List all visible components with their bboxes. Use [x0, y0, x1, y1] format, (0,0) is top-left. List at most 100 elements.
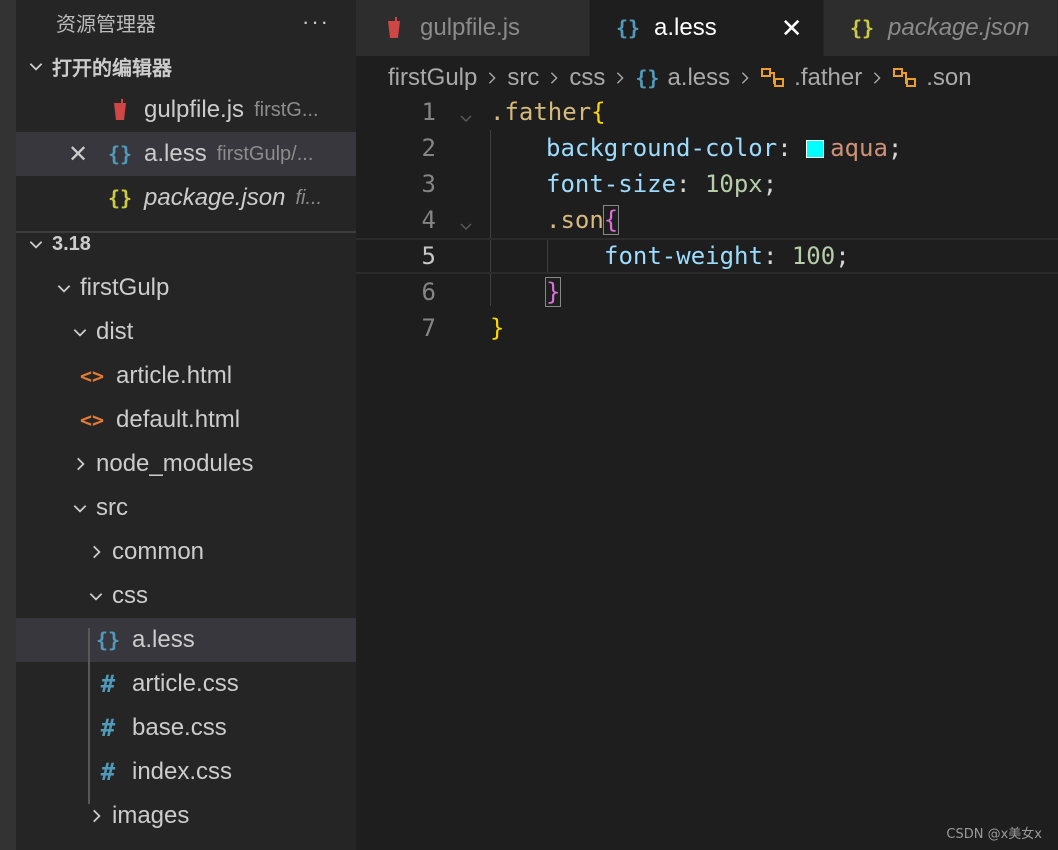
color-swatch[interactable] — [806, 140, 825, 158]
open-editor-item-package-json[interactable]: {} package.json fi... — [16, 176, 356, 220]
json-file-icon: {} — [849, 16, 875, 40]
tree-label: css — [112, 582, 148, 609]
tab-gulpfile[interactable]: gulpfile.js — [356, 0, 590, 56]
tree-label: a.less — [132, 626, 195, 653]
line-number: 4 — [421, 206, 436, 234]
code-text: font-size: 10px; — [546, 170, 778, 198]
code-line: 7 } — [356, 310, 1058, 346]
symbol-class-icon — [760, 67, 786, 89]
tree-folder-node-modules[interactable]: node_modules — [16, 442, 356, 486]
tree-folder-src[interactable]: src — [16, 486, 356, 530]
tab-close-icon[interactable]: ✕ — [781, 13, 803, 44]
tree-folder-firstgulp[interactable]: firstGulp — [16, 266, 356, 310]
tree-file-default-html[interactable]: <> default.html — [16, 398, 356, 442]
open-editors-label: 打开的编辑器 — [52, 57, 172, 80]
fold-chevron-icon[interactable] — [458, 104, 474, 132]
open-editor-item-a-less[interactable]: ✕ {} a.less firstGulp/... — [16, 132, 356, 176]
chevron-right-icon — [870, 71, 884, 85]
tree-label: firstGulp — [80, 274, 170, 301]
tab-label: gulpfile.js — [420, 14, 521, 41]
code-line: 4 .son{ — [356, 202, 1058, 238]
tree-label: common — [112, 538, 205, 565]
line-number: 2 — [421, 134, 436, 162]
line-number: 5 — [421, 242, 436, 270]
symbol-class-icon — [892, 67, 918, 89]
tree-folder-css[interactable]: css — [16, 574, 356, 618]
tree-label: dist — [96, 318, 134, 345]
tree-label: src — [96, 494, 128, 521]
code-editor[interactable]: 1 .father{ 2 background-color: aqua; 3 f… — [356, 98, 1058, 850]
tree-label: base.css — [132, 714, 227, 741]
open-editor-name: gulpfile.js — [144, 96, 245, 123]
code-line: 2 background-color: aqua; — [356, 130, 1058, 166]
tree-file-base-css[interactable]: # base.css — [16, 706, 356, 750]
tree-label: images — [112, 802, 190, 829]
tree-label: index.css — [132, 758, 233, 785]
css-file-icon: # — [100, 670, 116, 698]
open-editor-name: a.less — [144, 140, 207, 167]
breadcrumb-item[interactable]: .son — [926, 64, 971, 92]
chevron-down-icon — [52, 276, 76, 300]
line-number: 3 — [421, 170, 436, 198]
breadcrumb-item[interactable]: firstGulp — [388, 64, 477, 92]
code-text: .father{ — [490, 98, 606, 126]
line-number: 7 — [421, 314, 436, 342]
tree-file-article-css[interactable]: # article.css — [16, 662, 356, 706]
fold-chevron-icon[interactable] — [458, 212, 474, 240]
tab-a-less[interactable]: {} a.less ✕ — [590, 0, 824, 56]
chevron-down-icon — [24, 54, 48, 78]
code-line-current: 5 font-weight: 100; — [356, 238, 1058, 274]
activity-bar — [0, 0, 16, 850]
code-text: .son{ — [546, 205, 620, 235]
explorer-sidebar: 资源管理器 ··· 打开的编辑器 gulpfile.js firstG... ✕… — [16, 0, 356, 850]
tree-file-article-html[interactable]: <> article.html — [16, 354, 356, 398]
breadcrumb-item[interactable]: css — [569, 64, 605, 92]
css-file-icon: # — [100, 758, 116, 786]
tree-folder-common[interactable]: common — [16, 530, 356, 574]
tree-file-a-less[interactable]: {} a.less — [16, 618, 356, 662]
chevron-right-icon — [613, 71, 627, 85]
tab-label: package.json — [888, 14, 1030, 41]
workspace-section-header[interactable]: 3.18 — [16, 222, 356, 266]
open-editor-path: firstGulp/... — [216, 142, 314, 165]
css-file-icon: # — [100, 714, 116, 742]
breadcrumb-item[interactable]: .father — [794, 64, 862, 92]
line-number: 1 — [421, 98, 436, 126]
explorer-title: 资源管理器 — [56, 11, 156, 36]
chevron-right-icon — [68, 452, 92, 476]
tree-label: default.html — [116, 406, 241, 433]
less-file-icon: {} — [95, 628, 121, 652]
close-icon[interactable]: ✕ — [68, 140, 88, 169]
open-editors-section-header[interactable]: 打开的编辑器 — [16, 44, 356, 88]
more-actions-button[interactable]: ··· — [302, 9, 330, 35]
watermark: CSDN @x美女x — [946, 827, 1042, 842]
chevron-down-icon — [68, 320, 92, 344]
tab-label: a.less — [654, 14, 717, 41]
gulp-file-icon — [382, 17, 406, 39]
tab-package-json[interactable]: {} package.json — [824, 0, 1058, 56]
code-line: 6 } — [356, 274, 1058, 310]
indent-guide — [88, 628, 90, 804]
less-file-icon: {} — [107, 142, 133, 166]
editor-tabs: gulpfile.js {} a.less ✕ {} package.json — [356, 0, 1058, 56]
code-line: 1 .father{ — [356, 94, 1058, 130]
open-editor-name: package.json — [144, 184, 286, 211]
chevron-down-icon — [24, 232, 48, 256]
code-text: } — [544, 277, 562, 307]
open-editor-item-gulpfile[interactable]: gulpfile.js firstG... — [16, 88, 356, 132]
breadcrumb-item[interactable]: a.less — [667, 64, 730, 92]
code-text: font-weight: 100; — [604, 242, 850, 270]
chevron-right-icon — [84, 540, 108, 564]
tree-folder-images[interactable]: images — [16, 794, 356, 838]
tree-folder-dist[interactable]: dist — [16, 310, 356, 354]
open-editor-path: fi... — [295, 186, 323, 209]
less-file-icon: {} — [615, 16, 641, 40]
json-file-icon: {} — [107, 186, 133, 210]
tree-label: article.css — [132, 670, 239, 697]
workspace-label: 3.18 — [52, 232, 91, 255]
html-file-icon: <> — [79, 408, 105, 432]
breadcrumb-item[interactable]: src — [507, 64, 539, 92]
html-file-icon: <> — [79, 364, 105, 388]
chevron-right-icon — [84, 804, 108, 828]
tree-file-index-css[interactable]: # index.css — [16, 750, 356, 794]
